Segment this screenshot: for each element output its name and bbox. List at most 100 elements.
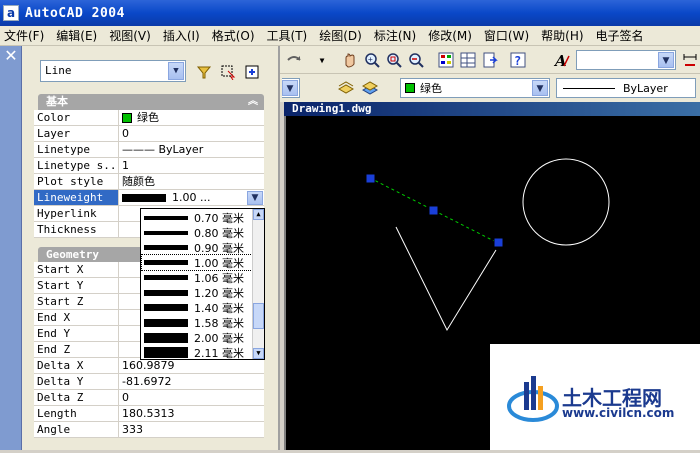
prop-value[interactable]: 0 xyxy=(119,126,264,141)
pan-realtime-icon[interactable] xyxy=(340,50,360,70)
prop-row-linetype[interactable]: Linetype ——— ByLayer xyxy=(34,142,264,158)
lineweight-option[interactable]: 2.00 毫米 xyxy=(142,330,252,345)
drawing-window-title-bar[interactable]: Drawing1.dwg xyxy=(284,102,700,116)
prop-row-plot-style[interactable]: Plot style 随颜色 xyxy=(34,174,264,190)
prop-row-delta-y[interactable]: Delta Y -81.6972 xyxy=(34,374,264,390)
lineweight-option[interactable]: 0.90 毫米 xyxy=(142,240,252,255)
lineweight-swatch xyxy=(144,347,188,358)
chevron-down-icon[interactable]: ▼ xyxy=(532,80,548,96)
undo-icon[interactable] xyxy=(284,50,304,70)
chevron-down-icon[interactable]: ▼ xyxy=(168,62,184,80)
lineweight-option[interactable]: 1.40 毫米 xyxy=(142,300,252,315)
prop-name: Lineweight xyxy=(34,190,119,205)
lineweight-select[interactable]: 1.00 ... ▼ xyxy=(119,190,264,205)
properties-icon[interactable] xyxy=(436,50,456,70)
close-icon[interactable]: ✕ xyxy=(0,46,22,66)
text-style-icon[interactable]: A xyxy=(552,50,572,70)
text-style-select[interactable]: ▼ xyxy=(576,50,676,70)
scroll-down-icon[interactable]: ▼ xyxy=(253,348,264,359)
circle-entity[interactable] xyxy=(522,158,610,246)
menu-insert[interactable]: 插入(I) xyxy=(159,27,204,44)
color-swatch xyxy=(122,112,132,123)
section-header-basic[interactable]: 基本 ︽ xyxy=(38,94,264,110)
zoom-previous-icon[interactable] xyxy=(406,50,426,70)
grip-start[interactable] xyxy=(365,173,376,184)
menu-tools[interactable]: 工具(T) xyxy=(263,27,312,44)
prop-name: End Y xyxy=(34,326,119,341)
prop-value[interactable]: 333 xyxy=(119,422,264,437)
help-icon[interactable]: ? xyxy=(508,50,528,70)
prop-row-linetype-scale[interactable]: Linetype s... 1 xyxy=(34,158,264,174)
window-title: AutoCAD 2004 xyxy=(25,5,125,21)
prop-row-length[interactable]: Length 180.5313 xyxy=(34,406,264,422)
select-objects-button[interactable] xyxy=(218,62,238,82)
watermark-url: www.civilcn.com xyxy=(562,406,675,420)
lineweight-value: 1.00 ... xyxy=(172,191,211,204)
lineweight-option-label: 1.58 毫米 xyxy=(194,316,244,330)
prop-row-lineweight[interactable]: Lineweight 1.00 ... ▼ xyxy=(34,190,264,206)
prop-name: Delta Z xyxy=(34,390,119,405)
lineweight-option[interactable]: 0.70 毫米 xyxy=(142,210,252,225)
menu-file[interactable]: 文件(F) xyxy=(0,27,48,44)
layer-previous-icon[interactable] xyxy=(360,78,380,98)
quick-select-button[interactable] xyxy=(242,62,262,82)
grip-end[interactable] xyxy=(493,237,504,248)
select-objects-icon xyxy=(221,65,236,80)
scroll-up-icon[interactable]: ▲ xyxy=(253,209,264,220)
menu-window[interactable]: 窗口(W) xyxy=(480,27,533,44)
lineweight-dropdown-list[interactable]: 0.70 毫米 0.80 毫米 0.90 毫米 1.00 毫米 1.06 毫米 1.20 … xyxy=(140,208,265,360)
prop-row-angle[interactable]: Angle 333 xyxy=(34,422,264,438)
palette-title-strip[interactable] xyxy=(0,46,22,450)
prop-value[interactable]: 1 xyxy=(119,158,264,173)
menu-dimension[interactable]: 标注(N) xyxy=(370,27,420,44)
prop-value[interactable]: 绿色 xyxy=(119,110,264,125)
menu-format[interactable]: 格式(O) xyxy=(208,27,259,44)
object-type-select[interactable]: Line ▼ xyxy=(40,60,186,82)
lineweight-option[interactable]: 1.06 毫米 xyxy=(142,270,252,285)
prop-name: Start X xyxy=(34,262,119,277)
color-control-select[interactable]: 绿色 ▼ xyxy=(400,78,550,98)
design-center-icon[interactable] xyxy=(458,50,478,70)
tool-palettes-icon[interactable] xyxy=(480,50,500,70)
chevron-down-icon[interactable]: ▼ xyxy=(282,80,298,96)
menu-e-signature[interactable]: 电子签名 xyxy=(592,27,648,44)
lineweight-option[interactable]: 2.11 毫米 xyxy=(142,345,252,360)
lineweight-option[interactable]: 0.80 毫米 xyxy=(142,225,252,240)
menu-help[interactable]: 帮助(H) xyxy=(537,27,587,44)
zoom-realtime-icon[interactable]: + xyxy=(362,50,382,70)
dimension-style-icon[interactable] xyxy=(680,50,700,70)
menu-view[interactable]: 视图(V) xyxy=(105,27,155,44)
site-watermark: 土木工程网 www.civilcn.com xyxy=(490,344,700,450)
color-swatch xyxy=(405,83,415,93)
menu-edit[interactable]: 编辑(E) xyxy=(52,27,101,44)
lineweight-option[interactable]: 1.20 毫米 xyxy=(142,285,252,300)
make-object-layer-current-icon[interactable] xyxy=(336,78,356,98)
prop-row-delta-z[interactable]: Delta Z 0 xyxy=(34,390,264,406)
lineweight-option[interactable]: 1.00 毫米 xyxy=(141,254,253,271)
prop-row-color[interactable]: Color 绿色 xyxy=(34,110,264,126)
chevron-down-icon[interactable]: ▼ xyxy=(658,52,674,68)
drawing-title: Drawing1.dwg xyxy=(292,102,372,115)
toggle-pickadd-button[interactable] xyxy=(194,62,214,82)
prop-value[interactable]: 随颜色 xyxy=(119,174,264,189)
lineweight-option[interactable]: 1.58 毫米 xyxy=(142,315,252,330)
prop-name: Delta X xyxy=(34,358,119,373)
v-polyline[interactable] xyxy=(395,226,497,332)
collapse-icon[interactable]: ︽ xyxy=(248,94,258,110)
chevron-down-icon[interactable]: ▼ xyxy=(247,191,263,205)
prop-name: End X xyxy=(34,310,119,325)
prop-value[interactable]: ——— ByLayer xyxy=(119,142,264,157)
linetype-control-select[interactable]: ByLayer xyxy=(556,78,696,98)
menu-modify[interactable]: 修改(M) xyxy=(424,27,476,44)
layer-select-partial[interactable]: ▼ xyxy=(282,78,300,98)
lineweight-scrollbar[interactable]: ▲ ▼ xyxy=(252,209,264,359)
zoom-window-icon[interactable] xyxy=(384,50,404,70)
prop-name: Start Z xyxy=(34,294,119,309)
menu-draw[interactable]: 绘图(D) xyxy=(315,27,366,44)
grip-midpoint[interactable] xyxy=(428,205,439,216)
scroll-thumb[interactable] xyxy=(253,303,264,329)
chevron-down-icon[interactable]: ▼ xyxy=(312,50,332,70)
autocad-app-icon[interactable]: a xyxy=(3,5,19,21)
prop-row-layer[interactable]: Layer 0 xyxy=(34,126,264,142)
linetype-control-value: ByLayer xyxy=(623,81,668,95)
